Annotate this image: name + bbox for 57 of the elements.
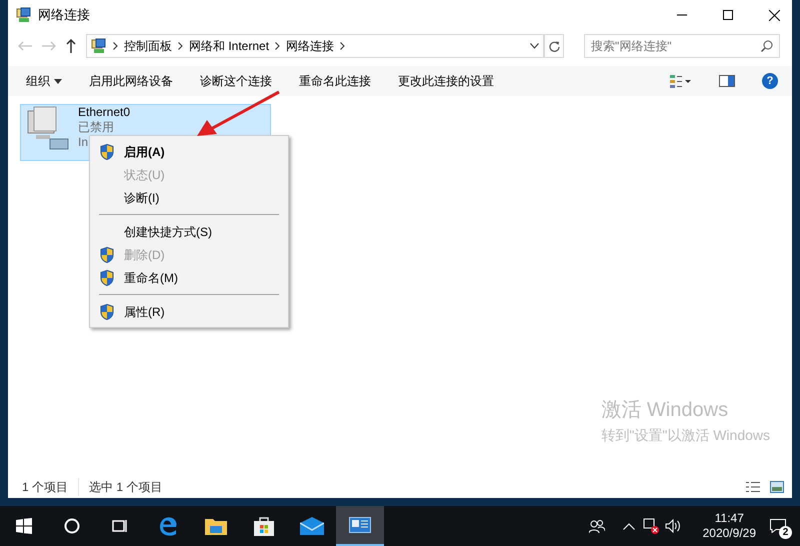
up-arrow-icon[interactable] [66,39,76,53]
toolbar-button[interactable]: 重命名此连接 [299,72,371,90]
view-options-icon[interactable] [670,74,692,88]
activation-title: 激活 Windows [601,398,730,423]
chevron-icon [340,42,346,50]
breadcrumb-item[interactable]: 网络和 Internet [189,37,270,55]
mail-icon[interactable] [300,517,324,535]
search-icon [761,40,773,52]
toolbar-button[interactable]: 组织 [26,72,62,90]
chevron-icon [178,42,183,50]
task-view-icon[interactable] [112,518,128,534]
menu-item[interactable]: 诊断(I) [90,186,288,209]
network-folder-icon [16,7,32,23]
toolbar-button[interactable]: 启用此网络设备 [89,72,173,90]
shopping-bag-icon[interactable] [253,516,275,536]
breadcrumb-item[interactable]: 网络连接 [286,37,334,55]
refresh-button[interactable] [544,34,564,58]
clock-date[interactable]: 2020/9/29 [702,526,756,541]
search-circle-icon[interactable] [64,518,80,534]
dropdown-icon[interactable] [530,43,539,49]
status-text: 选中 1 个项目 [78,478,162,496]
network-window-icon [349,517,371,533]
address-bar[interactable]: 控制面板 网络和 Internet 网络连接 [86,34,544,58]
close-icon[interactable] [769,10,780,20]
preview-pane-icon[interactable] [719,75,735,87]
toolbar-button[interactable]: 更改此连接的设置 [398,72,494,90]
help-button[interactable]: ? [762,73,778,89]
chevron-icon [275,42,280,50]
windows-start-icon[interactable] [16,518,32,534]
maximize-icon[interactable] [723,10,733,20]
search-field[interactable]: 搜索"网络连接" [584,34,780,58]
notification-icon[interactable] [770,519,786,533]
breadcrumb-item[interactable]: 控制面板 [124,37,172,55]
speaker-icon[interactable] [664,519,681,533]
refresh-icon [548,40,560,52]
taskbar-app-button[interactable] [336,506,384,546]
adapter-name: Ethernet0 [78,105,130,120]
notification-count: 2 [779,526,792,539]
menu-item[interactable]: 属性(R) [90,300,288,323]
activation-message: 转到"设置"以激活 Windows [601,426,770,445]
people-icon[interactable] [588,519,605,533]
network-folder-icon [91,38,107,54]
chevron-up-icon[interactable] [622,522,635,530]
large-icons-view-icon[interactable] [770,481,784,493]
chevron-icon [113,42,118,50]
toolbar-button[interactable]: 诊断这个连接 [200,72,272,90]
window-title: 网络连接 [38,6,90,24]
clock-time[interactable]: 11:47 [714,511,744,526]
adapter-status: 已禁用 [78,120,115,135]
menu-item[interactable]: 重命名(M) [90,266,288,289]
browser-icon[interactable] [158,516,178,536]
details-view-icon[interactable] [746,481,760,493]
status-text: 1 个项目 [22,479,68,496]
folder-icon[interactable] [205,517,227,535]
adapter-description: In [78,135,90,150]
network-disconnected-icon[interactable] [642,518,659,534]
menu-item[interactable]: 创建快捷方式(S) [90,220,288,243]
